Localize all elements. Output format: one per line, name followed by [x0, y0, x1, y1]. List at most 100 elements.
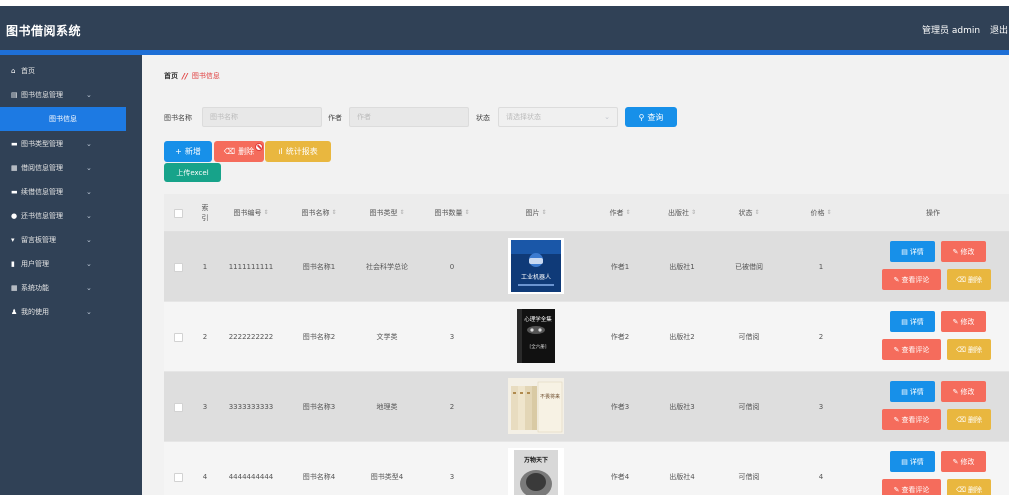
view-comments-button[interactable]: ✎ 查看评论 [882, 479, 941, 495]
pencil-icon: ✎ [893, 275, 900, 284]
cell-index: 1 [202, 263, 208, 271]
delete-button[interactable]: ⌫ 删除 [947, 479, 991, 495]
header-author[interactable]: 作者 ⇕ [590, 194, 650, 232]
breadcrumb-home[interactable]: 首页 [164, 71, 178, 81]
sidebar-item-message-management[interactable]: ▾ 留言板管理 ⌄ [0, 228, 142, 252]
header-price[interactable]: 价格 ⇕ [786, 194, 856, 232]
cell-price: 3 [818, 403, 824, 411]
book-name-placeholder: 图书名称 [210, 113, 238, 121]
sidebar-item-home[interactable]: ⌂ 首页 [0, 59, 142, 83]
header-code[interactable]: 图书编号 ⇕ [218, 194, 284, 232]
main-content: 首页 // 图书信息 图书名称 图书名称 作者 作者 状态 请选择状态 ⌄ ⚲ … [142, 55, 1009, 495]
delete-label: 删除 [238, 147, 255, 156]
detail-button[interactable]: ▤ 详情 [890, 381, 935, 402]
sidebar-item-book-info[interactable]: 图书信息 [0, 107, 126, 131]
book-cover-image[interactable]: 万物天下 [508, 448, 564, 495]
sort-icon: ⇕ [331, 209, 337, 216]
book-cover-image[interactable]: 工业机器人 [508, 238, 564, 294]
status-select[interactable]: 请选择状态 ⌄ [498, 107, 618, 127]
header-quantity[interactable]: 图书数量 ⇕ [422, 194, 482, 232]
edit-button[interactable]: ✎ 修改 [941, 451, 986, 472]
book-cover-image[interactable]: 不畏将来 [508, 378, 564, 434]
edit-button[interactable]: ✎ 修改 [941, 381, 986, 402]
cell-author: 作者4 [610, 473, 630, 481]
user-icon: ▮ [11, 260, 15, 268]
edit-button[interactable]: ✎ 修改 [941, 241, 986, 262]
upload-label: 上传excel [176, 168, 209, 177]
stats-report-button[interactable]: ıl 统计报表 [265, 141, 331, 162]
book-cover-image[interactable]: 心理学全集 [全六册] [508, 308, 564, 364]
sidebar-item-label: 首页 [21, 67, 35, 75]
sidebar-item-book-type-management[interactable]: ▬ 图书类型管理 ⌄ [0, 132, 142, 156]
pencil-icon: ✎ [952, 457, 959, 466]
comments-label: 查看评论 [901, 275, 930, 284]
delete-button[interactable]: ⌫ 删除 [947, 269, 991, 290]
book-icon: ▤ [11, 91, 18, 99]
view-comments-button[interactable]: ✎ 查看评论 [882, 269, 941, 290]
sidebar-item-system-functions[interactable]: ▦ 系统功能 ⌄ [0, 276, 142, 300]
logout-link[interactable]: 退出 [990, 23, 1008, 36]
chevron-down-icon: ⌄ [86, 212, 92, 220]
select-all-checkbox[interactable] [173, 208, 183, 218]
row-checkbox[interactable] [173, 332, 183, 342]
detail-button[interactable]: ▤ 详情 [890, 451, 935, 472]
not-allowed-cursor-icon [255, 143, 263, 151]
select-all-cell [164, 194, 192, 232]
row-checkbox[interactable] [173, 402, 183, 412]
detail-button[interactable]: ▤ 详情 [890, 311, 935, 332]
header-label: 图片 [525, 209, 540, 217]
sidebar-item-borrow-management[interactable]: ▦ 借阅信息管理 ⌄ [0, 156, 142, 180]
book-name-input[interactable]: 图书名称 [202, 107, 322, 127]
sidebar-item-my-usage[interactable]: ♟ 我的使用 ⌄ [0, 300, 142, 324]
sidebar-item-user-management[interactable]: ▮ 用户管理 ⌄ [0, 252, 142, 276]
document-icon: ▤ [901, 317, 908, 326]
cover-title-text: 不畏将来 [540, 393, 560, 400]
top-header: 图书借阅系统 管理员 admin 退出 [0, 0, 1009, 50]
delete-label: 删除 [967, 345, 982, 354]
sidebar-item-return-management[interactable]: ● 还书信息管理 ⌄ [0, 204, 142, 228]
top-strip [0, 0, 1009, 6]
edit-label: 修改 [960, 247, 975, 256]
trash-icon: ⌫ [956, 345, 966, 354]
sidebar-item-renew-management[interactable]: ▬ 续借信息管理 ⌄ [0, 180, 142, 204]
table-row: 4 4444444444 图书名称4 图书类型4 3 万物天下 作者4 出版社4… [164, 442, 1009, 495]
header-type[interactable]: 图书类型 ⇕ [354, 194, 420, 232]
header-label: 图书名称 [301, 209, 330, 217]
edit-label: 修改 [960, 457, 975, 466]
grid-icon: ▦ [11, 164, 18, 172]
query-button[interactable]: ⚲ 查询 [625, 107, 677, 127]
detail-button[interactable]: ▤ 详情 [890, 241, 935, 262]
home-icon: ⌂ [11, 67, 16, 75]
view-comments-button[interactable]: ✎ 查看评论 [882, 409, 941, 430]
upload-excel-button[interactable]: 上传excel [164, 163, 221, 182]
row-checkbox[interactable] [173, 472, 183, 482]
header-publisher[interactable]: 出版社 ⇕ [652, 194, 712, 232]
header-label: 图书类型 [369, 209, 398, 217]
pencil-icon: ✎ [952, 387, 959, 396]
current-user[interactable]: 管理员 admin [922, 23, 980, 36]
edit-label: 修改 [960, 387, 975, 396]
sidebar-item-book-info-management[interactable]: ▤ 图书信息管理 ⌄ [0, 83, 142, 107]
header-name[interactable]: 图书名称 ⇕ [286, 194, 352, 232]
chevron-down-icon: ⌄ [86, 260, 92, 268]
delete-button[interactable]: ⌫ 删除 [947, 409, 991, 430]
view-comments-button[interactable]: ✎ 查看评论 [882, 339, 941, 360]
detail-label: 详情 [909, 387, 924, 396]
header-image[interactable]: 图片 ⇕ [484, 194, 588, 232]
table-row: 1 1111111111 图书名称1 社会科学总论 0 工业机器人 作者1 出版… [164, 232, 1009, 302]
author-input[interactable]: 作者 [349, 107, 469, 127]
header-label: 图书数量 [434, 209, 463, 217]
cell-status: 可借阅 [738, 403, 760, 411]
trash-icon: ⌫ [956, 485, 966, 494]
delete-button[interactable]: ⌫ 删除 [947, 339, 991, 360]
cell-index: 2 [202, 333, 208, 341]
cell-status: 已被借阅 [735, 263, 763, 271]
edit-button[interactable]: ✎ 修改 [941, 311, 986, 332]
cell-type: 地理类 [376, 403, 398, 411]
add-label: 新增 [184, 147, 201, 156]
add-button[interactable]: + 新增 [164, 141, 212, 162]
chevron-down-icon: ⌄ [86, 236, 92, 244]
header-status[interactable]: 状态 ⇕ [714, 194, 784, 232]
renew-icon: ▬ [11, 188, 18, 196]
row-checkbox[interactable] [173, 262, 183, 272]
